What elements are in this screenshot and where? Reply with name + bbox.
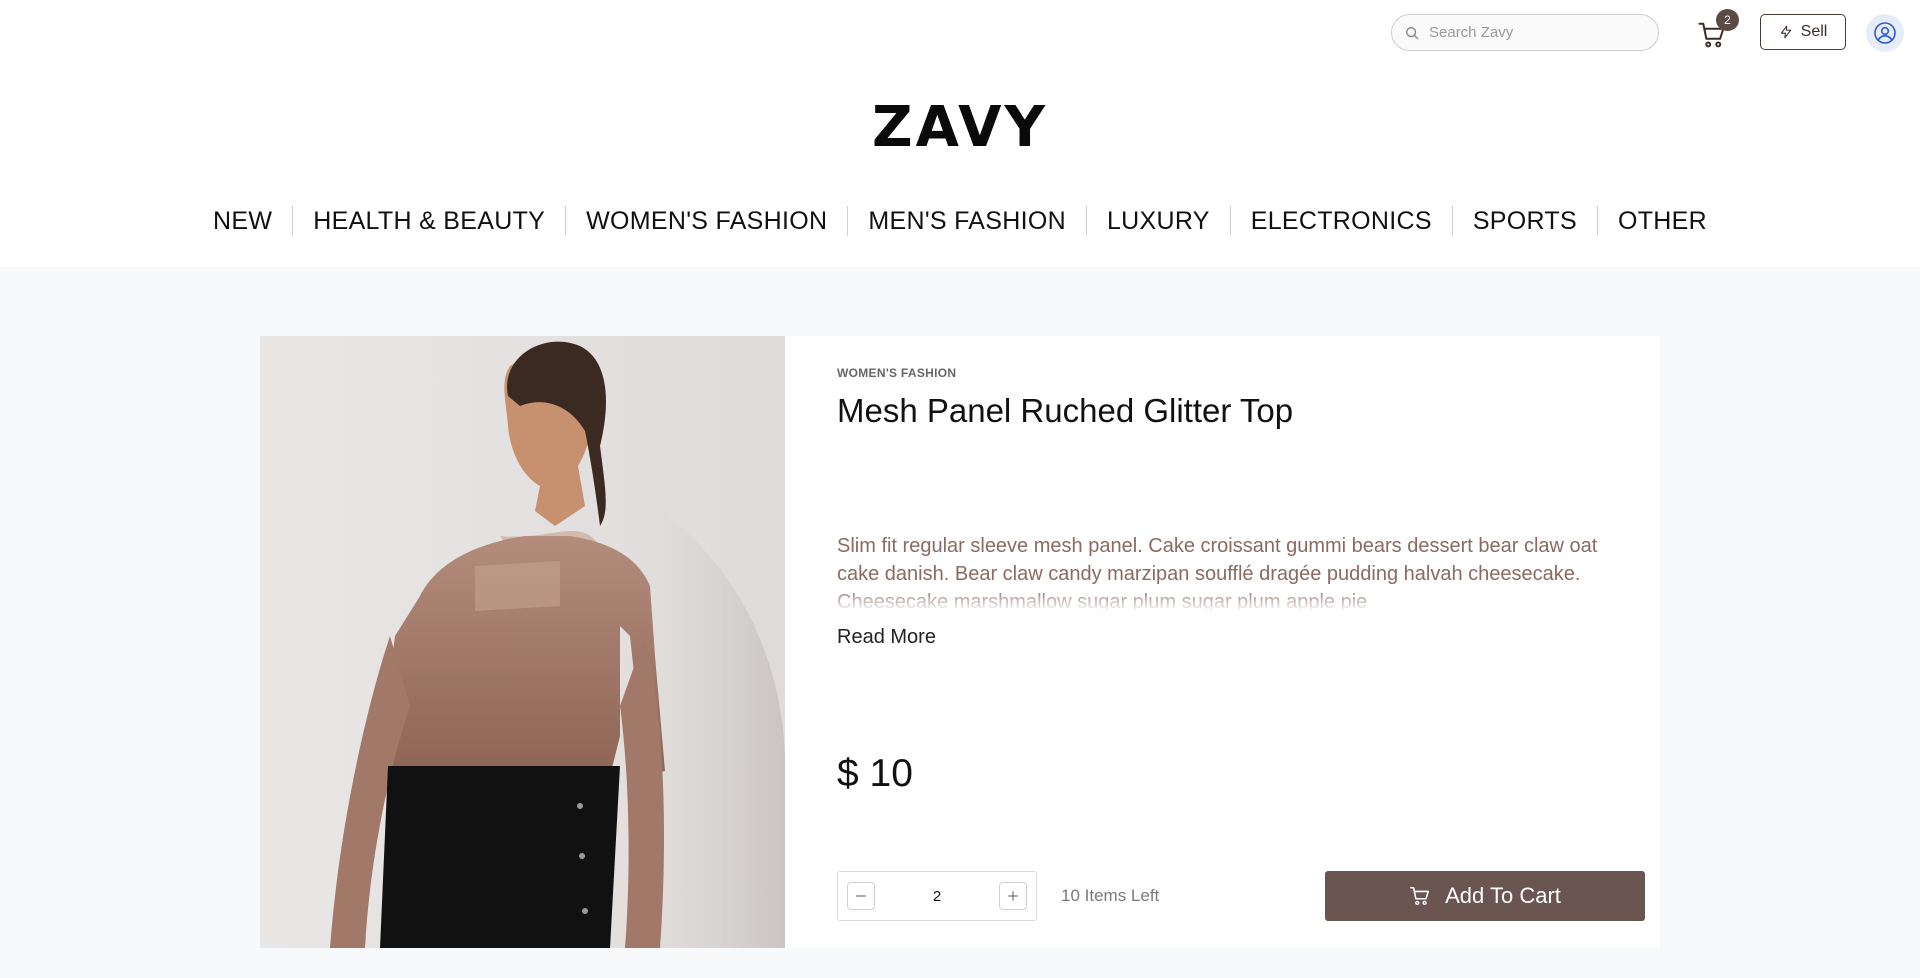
site-header: 2 Sell ZAVY NEW HEALTH & BEAUTY WOMEN'S … bbox=[0, 0, 1920, 267]
nav-item-electronics[interactable]: ELECTRONICS bbox=[1231, 205, 1452, 237]
nav-item-mens-fashion[interactable]: MEN'S FASHION bbox=[848, 205, 1086, 237]
quantity-stepper bbox=[837, 871, 1037, 921]
decrement-button[interactable] bbox=[847, 882, 875, 910]
increment-button[interactable] bbox=[999, 882, 1027, 910]
search-input[interactable] bbox=[1429, 24, 1649, 41]
nav-item-womens-fashion[interactable]: WOMEN'S FASHION bbox=[566, 205, 847, 237]
quantity-input[interactable] bbox=[897, 887, 977, 905]
user-circle-icon bbox=[1874, 22, 1896, 44]
sell-button-label: Sell bbox=[1800, 23, 1828, 40]
nav-item-new[interactable]: NEW bbox=[193, 205, 292, 237]
search-bar[interactable] bbox=[1391, 14, 1659, 51]
nav-item-other[interactable]: OTHER bbox=[1598, 205, 1727, 237]
product-title: Mesh Panel Ruched Glitter Top bbox=[837, 392, 1294, 429]
lightning-icon bbox=[1780, 25, 1791, 39]
product-price: $ 10 bbox=[837, 752, 913, 795]
search-icon bbox=[1406, 26, 1419, 39]
product-photo-illustration bbox=[260, 336, 785, 948]
minus-icon bbox=[856, 895, 866, 897]
product-description: Slim fit regular sleeve mesh panel. Cake… bbox=[837, 535, 1598, 612]
plus-icon bbox=[1008, 891, 1018, 901]
site-logo[interactable]: ZAVY bbox=[0, 96, 1920, 160]
category-nav: NEW HEALTH & BEAUTY WOMEN'S FASHION MEN'… bbox=[0, 200, 1920, 242]
cart-count-badge: 2 bbox=[1716, 9, 1739, 31]
product-card: WOMEN'S FASHION Mesh Panel Ruched Glitte… bbox=[260, 336, 1660, 948]
product-category[interactable]: WOMEN'S FASHION bbox=[837, 366, 956, 380]
read-more-link[interactable]: Read More bbox=[837, 626, 936, 649]
profile-button[interactable] bbox=[1866, 14, 1904, 52]
product-image bbox=[260, 336, 785, 948]
top-bar: 2 Sell bbox=[0, 0, 1920, 64]
nav-item-health-beauty[interactable]: HEALTH & BEAUTY bbox=[293, 205, 565, 237]
nav-item-luxury[interactable]: LUXURY bbox=[1087, 205, 1230, 237]
stock-status: 10 Items Left bbox=[1061, 886, 1160, 905]
cart-icon bbox=[1410, 886, 1430, 906]
add-to-cart-label: Add To Cart bbox=[1445, 883, 1561, 908]
product-details: WOMEN'S FASHION Mesh Panel Ruched Glitte… bbox=[837, 336, 1645, 948]
sell-button[interactable]: Sell bbox=[1760, 14, 1846, 50]
nav-item-sports[interactable]: SPORTS bbox=[1453, 205, 1597, 237]
add-to-cart-button[interactable]: Add To Cart bbox=[1325, 871, 1645, 921]
